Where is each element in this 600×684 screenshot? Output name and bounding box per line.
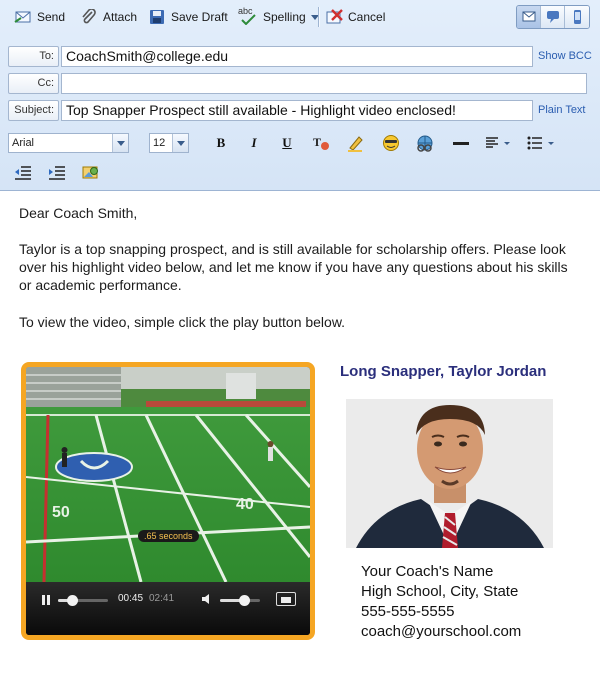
fullscreen-button[interactable]: [276, 592, 296, 606]
smiley-icon: [383, 135, 399, 151]
font-family-select[interactable]: Arial: [8, 133, 129, 153]
coach-phone: 555-555-5555: [361, 603, 455, 620]
subject-input[interactable]: Top Snapper Prospect still available - H…: [61, 99, 533, 121]
highlighter-icon: [348, 136, 363, 152]
svg-text:T: T: [313, 135, 321, 149]
email-view-button[interactable]: [517, 6, 541, 28]
emoticon-button[interactable]: [380, 133, 402, 153]
view-mode-group: [516, 5, 590, 29]
outdent-button[interactable]: [12, 162, 34, 182]
video-current-time: 00:45: [118, 593, 144, 604]
svg-text:50: 50: [52, 504, 70, 521]
video-duration: 02:41: [149, 593, 175, 604]
compose-toolbar: Send Attach Save Draft abc Spelling Canc…: [0, 0, 600, 34]
speaker-icon: [202, 594, 209, 604]
school-location: High School, City, State: [361, 583, 519, 600]
athlete-photo: [346, 399, 553, 548]
subject-label: Subject:: [8, 99, 59, 121]
horizontal-line-icon: [453, 142, 469, 145]
floppy-disk-icon: [148, 9, 166, 25]
attach-button[interactable]: Attach: [80, 6, 137, 28]
video-overlay-label: .65 seconds: [138, 530, 199, 542]
greeting-text: Dear Coach Smith,: [19, 205, 138, 221]
insert-image-button[interactable]: [80, 162, 102, 182]
align-left-icon: [486, 137, 510, 148]
format-toolbar: Arial 12: [8, 132, 189, 154]
to-input[interactable]: CoachSmith@college.edu: [61, 45, 533, 67]
video-frame-image: 50 40 .65 seconds: [26, 367, 310, 582]
video-instruction-text: To view the video, simple click the play…: [19, 314, 346, 330]
pause-icon: [42, 595, 50, 605]
chat-view-button[interactable]: [541, 6, 565, 28]
image-icon: [82, 166, 98, 179]
body-line-2: over his highlight video below, and let …: [19, 259, 568, 275]
bulleted-list-icon: [527, 136, 554, 150]
underline-button[interactable]: U: [276, 133, 298, 153]
compose-header: Send Attach Save Draft abc Spelling Canc…: [0, 0, 600, 191]
cc-input[interactable]: [61, 72, 587, 94]
bold-button[interactable]: B: [210, 133, 232, 153]
to-row: To: CoachSmith@college.edu: [8, 45, 533, 67]
volume-slider[interactable]: [220, 595, 260, 606]
plain-text-link[interactable]: Plain Text: [538, 104, 586, 116]
show-bcc-link[interactable]: Show BCC: [538, 50, 592, 62]
body-line-3: or academic performance.: [19, 277, 182, 293]
send-button[interactable]: Send: [14, 6, 65, 28]
pause-button[interactable]: [40, 593, 52, 607]
chevron-down-icon: [112, 134, 128, 152]
chevron-down-icon: [172, 134, 188, 152]
coach-name: Your Coach's Name: [361, 563, 494, 580]
fullscreen-icon: [281, 597, 291, 603]
coach-email[interactable]: coach@yourschool.com: [361, 622, 521, 642]
highlight-button[interactable]: [345, 133, 367, 153]
link-globe-icon: [417, 135, 433, 152]
text-color-icon: T: [313, 135, 329, 150]
profile-title: Long Snapper, Taylor Jordan: [340, 363, 547, 380]
align-dropdown-button[interactable]: [484, 133, 514, 153]
mobile-view-button[interactable]: [565, 6, 589, 28]
list-dropdown-button[interactable]: [526, 133, 558, 153]
cc-label[interactable]: Cc:: [8, 72, 59, 94]
mute-button[interactable]: [200, 592, 214, 606]
text-color-button[interactable]: T: [310, 133, 332, 153]
horizontal-rule-button[interactable]: [450, 133, 472, 153]
italic-button[interactable]: I: [243, 133, 265, 153]
paperclip-icon: [80, 8, 98, 25]
video-controls: 00:45 02:41: [26, 582, 310, 635]
cancel-icon: [325, 9, 343, 25]
chat-bubble-icon: [547, 11, 559, 23]
outdent-icon: [15, 166, 31, 180]
font-size-select[interactable]: 12: [149, 133, 189, 153]
envelope-icon: [522, 11, 536, 22]
save-draft-button[interactable]: Save Draft: [148, 6, 228, 28]
send-icon: [14, 9, 32, 25]
to-label[interactable]: To:: [8, 45, 59, 67]
volume-handle[interactable]: [239, 595, 250, 606]
spelling-button[interactable]: abc Spelling: [238, 6, 319, 28]
toolbar-divider: [318, 7, 319, 27]
indent-button[interactable]: [46, 162, 68, 182]
seek-handle[interactable]: [67, 595, 78, 606]
subject-row: Subject: Top Snapper Prospect still avai…: [8, 99, 533, 121]
insert-link-button[interactable]: [414, 133, 436, 153]
indent-icon: [49, 166, 65, 180]
video-seek-bar[interactable]: [58, 595, 108, 606]
mobile-phone-icon: [574, 10, 581, 24]
body-line-1: Taylor is a top snapping prospect, and i…: [19, 241, 566, 257]
svg-text:40: 40: [236, 496, 254, 513]
cc-row: Cc:: [8, 72, 587, 94]
cancel-button[interactable]: Cancel: [325, 6, 385, 28]
spell-check-icon: abc: [238, 6, 258, 25]
highlight-video-player[interactable]: 50 40 .65 seconds 00:45 02:41: [21, 362, 315, 640]
